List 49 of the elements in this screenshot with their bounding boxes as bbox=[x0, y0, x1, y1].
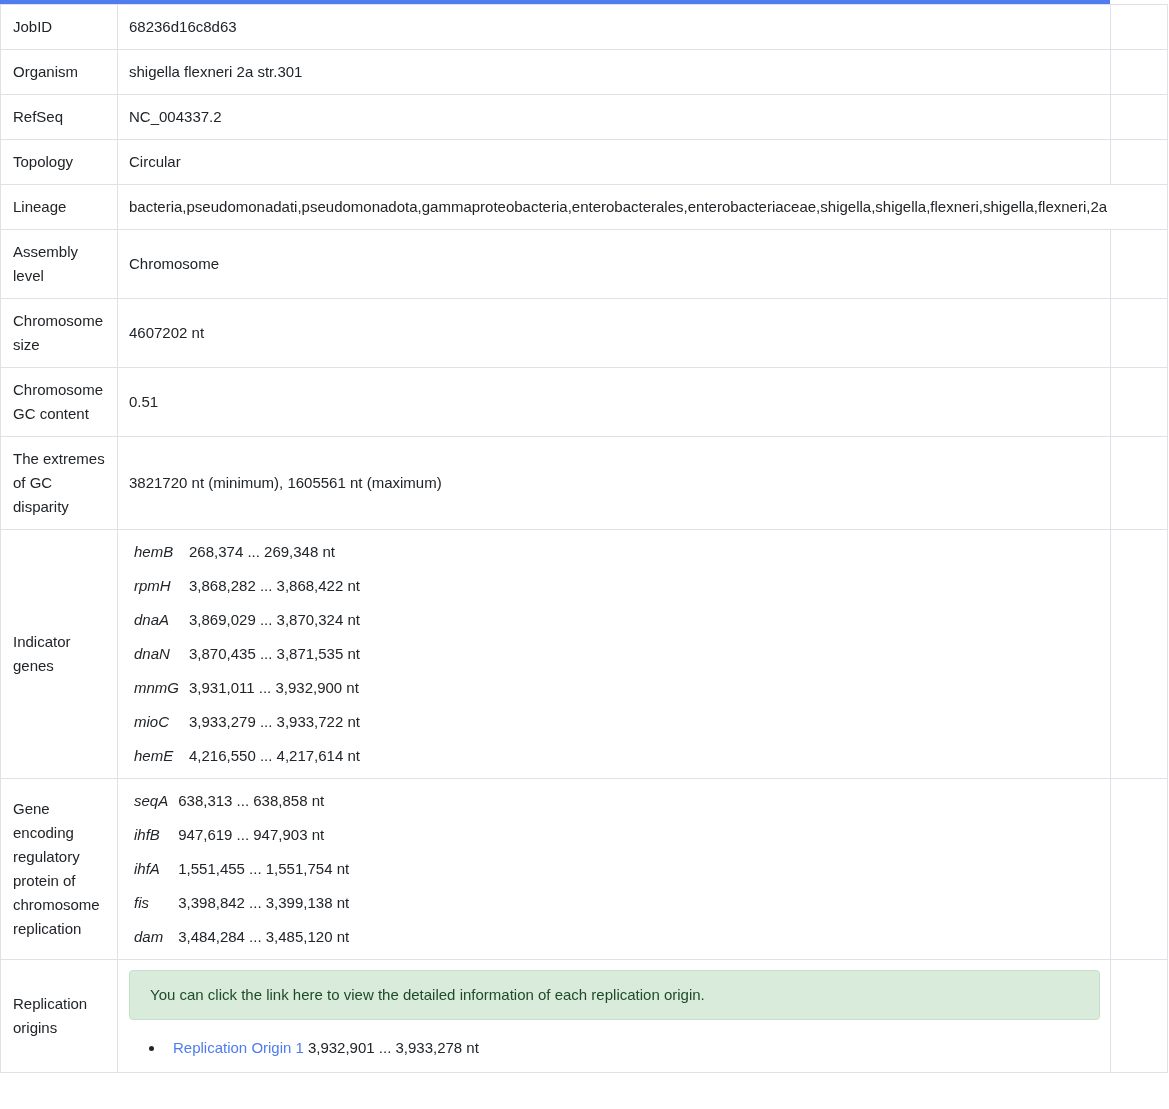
gene-name: dnaA bbox=[134, 610, 171, 630]
row-value: bacteria,pseudomonadati,pseudomonadota,gammaproteobacteria,enterobacterales,enterobacteriaceae,shigella,shigella,flexneri,shigella,flexneri,2a bbox=[129, 198, 1108, 215]
row-value: NC_004337.2 bbox=[129, 108, 222, 125]
row-value: 4607202 nt bbox=[129, 324, 205, 341]
row-label: Assembly level bbox=[0, 229, 118, 299]
gene-name: dam bbox=[134, 927, 165, 947]
gene-name: mnmG bbox=[134, 678, 179, 698]
gene-range: 3,484,284 ... 3,485,120 nt bbox=[178, 927, 350, 947]
gene-range: 4,216,550 ... 4,217,614 nt bbox=[189, 746, 360, 766]
gene-range: 1,551,455 ... 1,551,754 nt bbox=[178, 859, 350, 879]
row-value: Circular bbox=[129, 153, 181, 170]
row-label: RefSeq bbox=[0, 94, 118, 140]
gene-name: hemB bbox=[134, 542, 175, 562]
origin-range: 3,932,901 ... 3,933,278 nt bbox=[307, 1038, 479, 1058]
info-notice: You can click the link here to view the detailed information of each replication origin. bbox=[129, 970, 1100, 1020]
row-label: Chromosome GC content bbox=[0, 367, 118, 437]
gene-name: ihfA bbox=[134, 859, 161, 879]
gene-range: 3,933,279 ... 3,933,722 nt bbox=[189, 712, 360, 732]
gene-range: 3,870,435 ... 3,871,535 nt bbox=[189, 644, 360, 664]
gene-name: hemE bbox=[134, 746, 175, 766]
gene-range: 3,398,842 ... 3,399,138 nt bbox=[178, 893, 350, 913]
row-value: shigella flexneri 2a str.301 bbox=[129, 63, 303, 80]
gene-range: 3,931,011 ... 3,932,900 nt bbox=[189, 678, 360, 698]
bullet-icon bbox=[149, 1045, 154, 1051]
row-label: Lineage bbox=[0, 184, 118, 230]
gene-range: 638,313 ... 638,858 nt bbox=[178, 791, 326, 811]
replication-origin-link[interactable]: Replication Origin 1 bbox=[173, 1036, 304, 1060]
gene-range: 3,869,029 ... 3,870,324 nt bbox=[189, 610, 360, 630]
row-value: 0.51 bbox=[129, 393, 159, 410]
row-label: The extremes of GC disparity bbox=[0, 436, 118, 530]
row-label: Topology bbox=[0, 139, 118, 185]
row-label: Organism bbox=[0, 49, 118, 95]
row-label: Gene encoding regulatory protein of chromosome replication bbox=[0, 778, 118, 960]
gene-name: ihfB bbox=[134, 825, 161, 845]
gene-range: 268,374 ... 269,348 nt bbox=[189, 542, 336, 562]
row-label: Chromosome size bbox=[0, 298, 118, 368]
row-label: Indicator genes bbox=[0, 529, 118, 779]
row-label: Replication origins bbox=[0, 959, 118, 1073]
gene-name: dnaN bbox=[134, 644, 171, 664]
row-label: JobID bbox=[0, 4, 118, 50]
row-value: 3821720 nt (minimum), 1605561 nt (maximum) bbox=[129, 474, 442, 491]
row-value: Chromosome bbox=[129, 255, 220, 272]
row-value: 68236d16c8d63 bbox=[129, 18, 237, 35]
gene-name: mioC bbox=[134, 712, 170, 732]
gene-name: fis bbox=[134, 893, 150, 913]
gene-name: rpmH bbox=[134, 576, 172, 596]
gene-name: seqA bbox=[134, 791, 169, 811]
gene-range: 3,868,282 ... 3,868,422 nt bbox=[189, 576, 360, 596]
gene-range: 947,619 ... 947,903 nt bbox=[178, 825, 326, 845]
